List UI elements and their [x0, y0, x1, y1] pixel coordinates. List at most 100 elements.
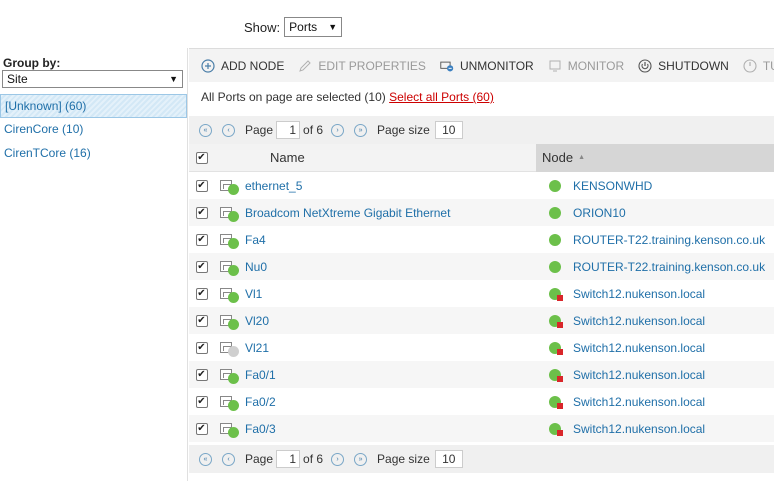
table-row[interactable]: ✔ ethernet_5 KENSONWHD [189, 172, 774, 199]
show-label: Show: [244, 19, 281, 35]
toolbar-button-label: ADD NODE [221, 58, 285, 73]
group-item[interactable]: [Unknown] (60) [0, 94, 187, 118]
table-row[interactable]: ✔ Fa4 ROUTER-T22.training.kenson.co.uk [189, 226, 774, 253]
add-node-button[interactable]: ADD NODE [201, 59, 284, 73]
pencil-icon [298, 59, 312, 73]
port-name-link[interactable]: Vl1 [245, 287, 262, 301]
node-link[interactable]: Switch12.nukenson.local [573, 341, 705, 355]
table-row[interactable]: ✔ Vl1 Switch12.nukenson.local [189, 280, 774, 307]
table-row[interactable]: ✔ Vl21 Switch12.nukenson.local [189, 334, 774, 361]
next-page-icon[interactable]: › [331, 123, 345, 137]
port-name-link[interactable]: Fa4 [245, 233, 266, 247]
port-name-link[interactable]: Fa0/2 [245, 395, 276, 409]
row-checkbox[interactable]: ✔ [195, 422, 208, 435]
toolbar-button-label: TURN ON [762, 58, 774, 73]
page-input[interactable]: 1 [276, 450, 301, 468]
page-input[interactable]: 1 [276, 121, 301, 139]
page-size-label: Page size [377, 123, 430, 137]
groupby-select[interactable]: Site ▼ [2, 70, 183, 88]
unmonitor-button[interactable]: UNMONITOR [440, 59, 534, 73]
shutdown-button[interactable]: SHUTDOWN [638, 59, 729, 73]
show-select[interactable]: Ports ▼ [284, 17, 343, 37]
table-row[interactable]: ✔ Nu0 ROUTER-T22.training.kenson.co.uk [189, 253, 774, 280]
node-link[interactable]: ROUTER-T22.training.kenson.co.uk [573, 260, 765, 274]
prev-page-icon[interactable]: ‹ [222, 452, 235, 466]
node-link[interactable]: Switch12.nukenson.local [573, 368, 705, 382]
show-filter: Show: Ports ▼ [244, 17, 343, 37]
monitor-button[interactable]: MONITOR [548, 59, 624, 73]
node-status-icon [549, 314, 563, 328]
dropdown-arrow-icon: ▼ [328, 22, 338, 32]
table-row[interactable]: ✔ Fa0/2 Switch12.nukenson.local [189, 388, 774, 415]
table-row[interactable]: ✔ Vl20 Switch12.nukenson.local [189, 307, 774, 334]
page-size-label: Page size [377, 452, 430, 466]
port-name-link[interactable]: Fa0/3 [245, 422, 276, 436]
node-status-icon [549, 233, 561, 246]
group-item[interactable]: CirenTCore (16) [0, 142, 187, 166]
node-status-icon [549, 422, 563, 436]
group-item[interactable]: CirenCore (10) [0, 118, 187, 142]
node-status-icon [549, 260, 561, 273]
row-checkbox[interactable]: ✔ [195, 395, 208, 408]
toolbar-button-label: SHUTDOWN [658, 58, 729, 73]
show-select-value: Ports [289, 20, 318, 34]
page-size-input[interactable]: 10 [434, 450, 463, 468]
column-node-header[interactable]: Node ▲ [536, 143, 774, 172]
sort-asc-icon: ▲ [578, 154, 586, 161]
column-name-header[interactable]: Name [270, 150, 305, 165]
table-row[interactable]: ✔ Fa0/3 Switch12.nukenson.local [189, 415, 774, 442]
groupby-label: Group by: [3, 56, 61, 70]
node-status-icon [549, 341, 563, 355]
row-checkbox[interactable]: ✔ [195, 287, 208, 300]
row-checkbox[interactable]: ✔ [195, 179, 208, 192]
first-page-icon[interactable]: « [199, 452, 212, 466]
table-row[interactable]: ✔ Broadcom NetXtreme Gigabit Ethernet ORIO… [189, 199, 774, 226]
port-name-link[interactable]: Broadcom NetXtreme Gigabit Ethernet [245, 206, 450, 220]
toolbar-button-label: UNMONITOR [459, 58, 534, 73]
power-icon [638, 58, 652, 73]
node-status-icon [549, 395, 563, 409]
main-panel: ADD NODE EDIT PROPERTIES UNMONITOR MONITOR S… [189, 48, 774, 481]
row-checkbox[interactable]: ✔ [195, 206, 208, 219]
last-page-icon[interactable]: » [354, 452, 368, 466]
node-link[interactable]: Switch12.nukenson.local [573, 287, 705, 301]
row-checkbox[interactable]: ✔ [195, 260, 208, 273]
table-row[interactable]: ✔ Fa0/1 Switch12.nukenson.local [189, 361, 774, 388]
prev-page-icon[interactable]: ‹ [222, 123, 235, 137]
node-link[interactable]: ROUTER-T22.training.kenson.co.uk [573, 233, 765, 247]
row-checkbox[interactable]: ✔ [195, 341, 208, 354]
monitor-icon [548, 59, 562, 73]
page-of: of 6 [303, 123, 324, 137]
selection-text: All Ports on page are selected (10) [201, 90, 386, 104]
port-name-link[interactable]: Nu0 [245, 260, 267, 274]
node-link[interactable]: ORION10 [573, 206, 626, 220]
port-name-link[interactable]: Vl21 [245, 341, 269, 355]
node-link[interactable]: Switch12.nukenson.local [573, 422, 705, 436]
edit-properties-button[interactable]: EDIT PROPERTIES [298, 59, 426, 73]
node-status-icon [549, 368, 563, 382]
node-status-icon [549, 179, 561, 192]
turn-on-button[interactable]: TURN ON [743, 59, 774, 73]
toolbar-button-label: MONITOR [567, 58, 625, 73]
last-page-icon[interactable]: » [354, 123, 368, 137]
node-link[interactable]: Switch12.nukenson.local [573, 395, 705, 409]
port-name-link[interactable]: Vl20 [245, 314, 269, 328]
groupby-select-value: Site [7, 72, 28, 86]
group-panel: Group by: Site ▼ [Unknown] (60) CirenCore… [0, 48, 188, 481]
selection-info: All Ports on page are selected (10) Sele… [201, 90, 494, 104]
row-checkbox[interactable]: ✔ [195, 233, 208, 246]
node-link[interactable]: KENSONWHD [573, 179, 652, 193]
port-name-link[interactable]: Fa0/1 [245, 368, 276, 382]
select-all-checkbox[interactable]: ✔ [195, 151, 208, 164]
first-page-icon[interactable]: « [199, 123, 212, 137]
node-link[interactable]: Switch12.nukenson.local [573, 314, 705, 328]
page-size-input[interactable]: 10 [434, 121, 463, 139]
row-checkbox[interactable]: ✔ [195, 368, 208, 381]
next-page-icon[interactable]: › [331, 452, 345, 466]
toolbar-button-label: EDIT PROPERTIES [318, 58, 426, 73]
select-all-link[interactable]: Select all Ports (60) [389, 90, 494, 104]
page-label: Page [245, 452, 274, 466]
toolbar: ADD NODE EDIT PROPERTIES UNMONITOR MONITOR S… [189, 48, 774, 82]
row-checkbox[interactable]: ✔ [195, 314, 208, 327]
port-name-link[interactable]: ethernet_5 [245, 179, 302, 193]
